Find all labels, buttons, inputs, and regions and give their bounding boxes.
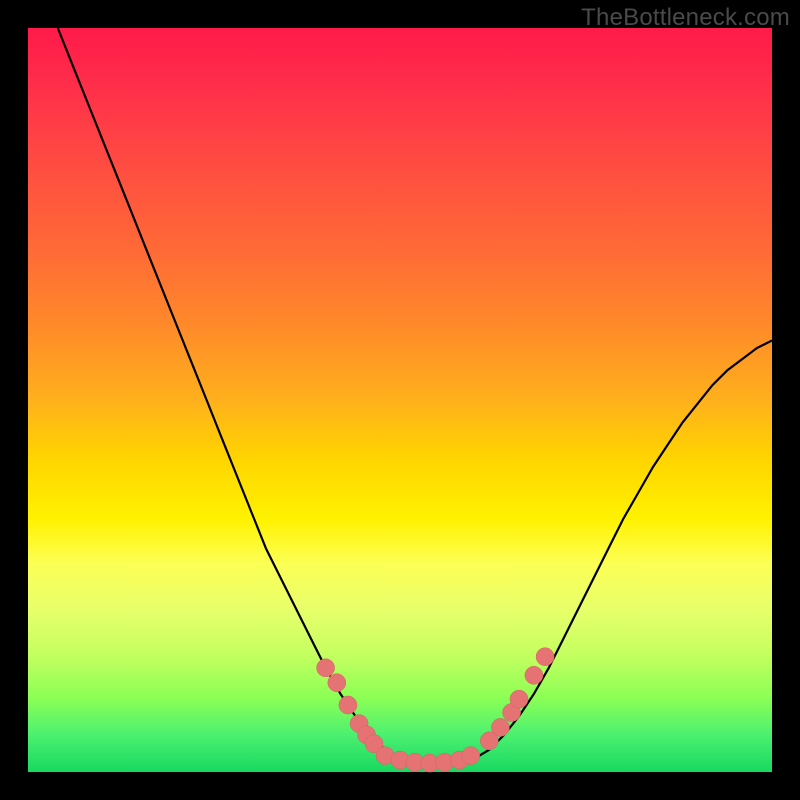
- watermark-label: TheBottleneck.com: [581, 4, 790, 32]
- gradient-plot-area: [28, 28, 772, 772]
- outer-black-frame: TheBottleneck.com: [0, 0, 800, 800]
